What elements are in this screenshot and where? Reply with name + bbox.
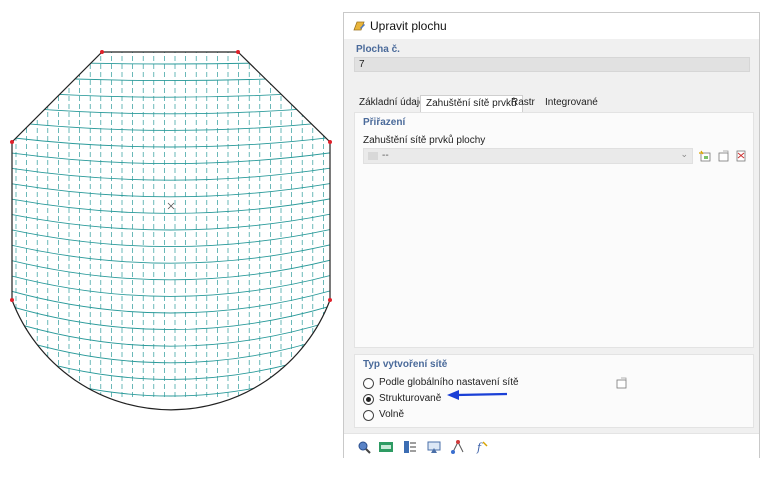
- search-zoom-icon[interactable]: [356, 439, 372, 455]
- mesh-line-horizontal: [12, 134, 330, 148]
- tab-bar: Základní údaje Zahuštění sítě prvků Rast…: [354, 95, 754, 112]
- mesh-line-horizontal: [12, 254, 330, 281]
- surface-mesh-drawing: [10, 50, 332, 411]
- tab-raster[interactable]: Rastr: [506, 95, 540, 112]
- edit-refinement-icon[interactable]: [715, 148, 731, 164]
- units-icon[interactable]: [378, 439, 394, 455]
- mesh-line-horizontal: [12, 239, 330, 264]
- radio-button[interactable]: [363, 394, 374, 405]
- mesh-elements: [12, 52, 330, 410]
- mesh-line-horizontal: [12, 359, 330, 397]
- mesh-line-horizontal: [12, 89, 330, 98]
- svg-text:f: f: [476, 441, 483, 454]
- assignment-group-label: Přiřazení: [363, 117, 406, 128]
- mesh-line-horizontal: [12, 104, 330, 115]
- corner-node[interactable]: [10, 298, 14, 302]
- dialog-body: Plocha č. 7 Základní údaje Zahuštění sít…: [344, 39, 759, 433]
- radio-label: Volně: [379, 409, 405, 420]
- corner-node[interactable]: [328, 298, 332, 302]
- chevron-down-icon[interactable]: ⌄: [680, 149, 688, 160]
- mesh-line-horizontal: [12, 284, 330, 314]
- mesh-line-horizontal: [12, 314, 330, 347]
- pick-refinement-icon[interactable]: [733, 148, 749, 164]
- mesh-type-group-label: Typ vytvoření sítě: [363, 359, 448, 370]
- mesh-line-horizontal: [12, 59, 330, 65]
- mesh-line-horizontal: [12, 269, 330, 297]
- assignment-panel: Přiřazení Zahuštění sítě prvků plochy --…: [354, 112, 754, 348]
- mesh-line-horizontal: [12, 374, 330, 410]
- mesh-line-horizontal: [12, 74, 330, 82]
- nodes-icon[interactable]: [450, 439, 466, 455]
- dialog-titlebar[interactable]: Upravit plochu: [344, 13, 759, 39]
- mesh-line-horizontal: [12, 149, 330, 165]
- radio-button[interactable]: [363, 410, 374, 421]
- dialog-title: Upravit plochu: [370, 19, 447, 33]
- mesh-line-horizontal: [12, 164, 330, 181]
- surface-edit-icon: [352, 19, 366, 33]
- annotation-arrow: [447, 390, 508, 400]
- color-swatch: [368, 152, 378, 160]
- view-icon[interactable]: [426, 439, 442, 455]
- mesh-line-horizontal: [12, 299, 330, 331]
- tab-basic-data[interactable]: Základní údaje: [354, 95, 430, 112]
- mesh-refinement-value: --: [382, 150, 389, 161]
- mesh-type-panel: Typ vytvoření sítě Podle globálního nast…: [354, 354, 754, 428]
- radio-label: Strukturovaně: [379, 393, 442, 404]
- mesh-viewport[interactable]: [0, 0, 340, 492]
- corner-node[interactable]: [10, 140, 14, 144]
- mesh-settings-icon[interactable]: [613, 375, 629, 391]
- function-icon[interactable]: f: [474, 439, 490, 455]
- radio-label: Podle globálního nastavení sítě: [379, 377, 519, 388]
- radio-button[interactable]: [363, 378, 374, 389]
- corner-node[interactable]: [100, 50, 104, 54]
- corner-node[interactable]: [236, 50, 240, 54]
- new-refinement-icon[interactable]: [697, 148, 713, 164]
- edit-surface-dialog: Upravit plochu Plocha č. 7 Základní údaj…: [343, 12, 760, 459]
- surface-number-label: Plocha č.: [356, 44, 400, 55]
- corner-node[interactable]: [328, 140, 332, 144]
- centroid-marker: [167, 202, 175, 210]
- mesh-line-horizontal: [12, 119, 330, 131]
- mesh-refinement-field-label: Zahuštění sítě prvků plochy: [363, 135, 486, 146]
- dialog-footer-toolbar: f: [344, 433, 759, 459]
- mesh-line-horizontal: [12, 194, 330, 214]
- mesh-line-horizontal: [12, 179, 330, 198]
- surface-number-field[interactable]: 7: [354, 57, 750, 72]
- table-icon[interactable]: [402, 439, 418, 455]
- tab-integrated[interactable]: Integrované: [540, 95, 603, 112]
- mesh-refinement-select[interactable]: -- ⌄: [363, 148, 693, 164]
- surface-boundary: [11, 51, 331, 411]
- mesh-line-horizontal: [12, 224, 330, 248]
